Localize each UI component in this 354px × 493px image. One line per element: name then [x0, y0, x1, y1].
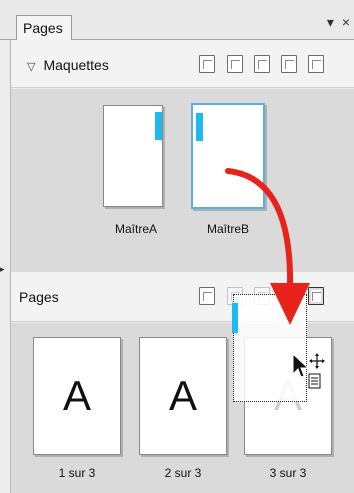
page-2-label: 2 sur 3 [164, 466, 202, 480]
delete-master-icon[interactable] [281, 55, 297, 73]
move-cursor-icon [292, 352, 325, 389]
master-a-label: MaîtreA [114, 222, 157, 236]
masters-section-title: Maquettes [43, 57, 109, 73]
close-icon[interactable]: × [342, 14, 350, 30]
master-settings-icon[interactable] [199, 55, 215, 73]
masters-section-header[interactable]: ▽ Maquettes [11, 40, 354, 88]
new-master-icon[interactable] [227, 55, 243, 73]
master-b-facing-marker [196, 113, 203, 141]
resize-handle-icon[interactable]: ▸ [0, 264, 6, 278]
master-a-facing-marker [155, 112, 162, 140]
page-settings-icon[interactable] [199, 287, 215, 305]
master-properties-icon[interactable] [308, 55, 324, 73]
page-3-label: 3 sur 3 [269, 466, 307, 480]
page-thumbnail-2[interactable]: A [139, 337, 227, 455]
panel-menu-icon[interactable]: ▾ [327, 14, 334, 30]
masters-section-title-row: ▽ Maquettes [27, 57, 109, 73]
tab-pages[interactable]: Pages [16, 15, 72, 40]
tab-controls: ▾ × [323, 14, 350, 31]
tab-pages-label: Pages [23, 20, 63, 36]
duplicate-master-icon[interactable] [254, 55, 270, 73]
page-1-label: 1 sur 3 [58, 466, 96, 480]
page-thumbnail-1[interactable]: A [33, 337, 121, 455]
drag-arrow-icon [225, 168, 310, 325]
page-2-letter: A [168, 372, 197, 419]
master-thumbnail-a[interactable] [103, 105, 163, 207]
collapse-triangle-icon[interactable]: ▽ [27, 61, 35, 73]
pages-section-title: Pages [19, 289, 59, 305]
page-1-letter: A [62, 372, 91, 419]
